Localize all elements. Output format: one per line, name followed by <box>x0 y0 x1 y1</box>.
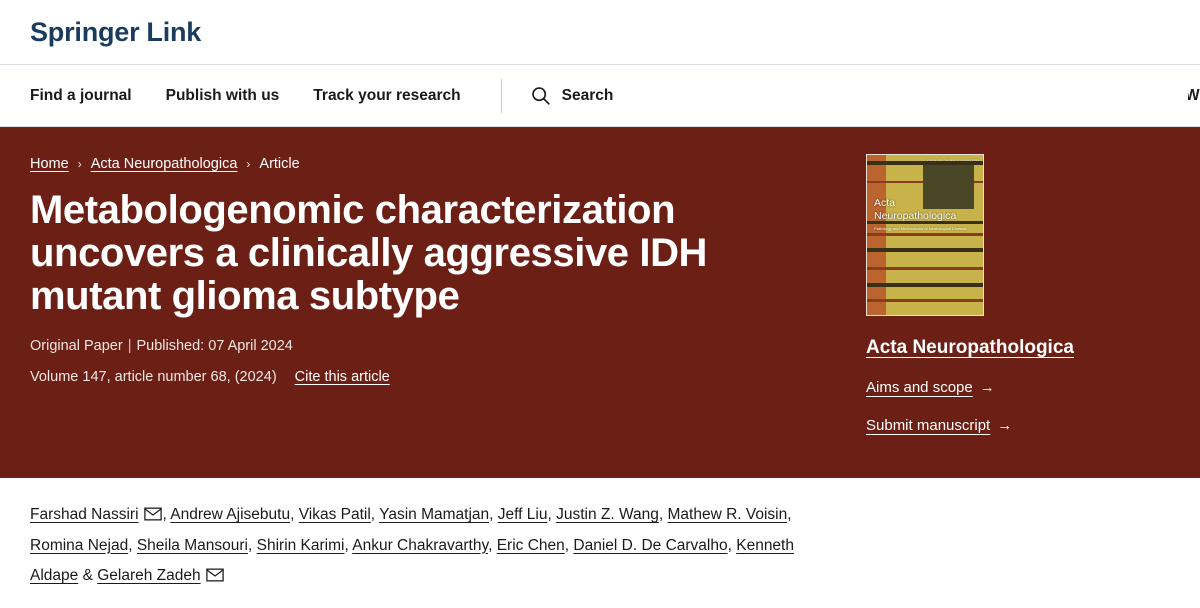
page-title: Metabologenomic characterization uncover… <box>30 188 708 318</box>
author-separator: , <box>547 506 557 523</box>
arrow-right-icon: → <box>997 417 1013 434</box>
breadcrumb-item-journal[interactable]: Acta Neuropathologica <box>91 156 238 172</box>
author-link[interactable]: Jeff Liu <box>498 506 548 523</box>
author-link[interactable]: Farshad Nassiri <box>30 506 139 523</box>
author-separator: , <box>787 506 792 523</box>
author-link[interactable]: Shirin Karimi <box>257 537 345 554</box>
author-link[interactable]: Daniel D. De Carvalho <box>573 537 727 554</box>
author-separator: , <box>488 536 497 554</box>
author-separator: , <box>370 506 380 523</box>
author-link[interactable]: Yasin Mamatjan <box>379 506 489 523</box>
cover-band <box>867 247 983 252</box>
logo-springer-text: Springer <box>30 16 140 47</box>
author-link[interactable]: Vikas Patil <box>299 506 371 523</box>
springer-link-logo[interactable]: Springer Link <box>30 17 201 48</box>
main-navigation: Find a journal Publish with us Track you… <box>0 64 1200 127</box>
cover-subtitle: Pathology and Mechanisms of Neurological… <box>874 225 967 231</box>
nav-publish-with-us[interactable]: Publish with us <box>166 87 280 105</box>
author-link[interactable]: Gelareh Zadeh <box>97 567 200 584</box>
search-icon <box>531 87 550 105</box>
journal-cover-image[interactable]: Volume 147 · Number 1 · January 2024 Act… <box>866 154 984 316</box>
envelope-icon[interactable] <box>205 568 224 582</box>
breadcrumb-item-home[interactable]: Home <box>30 156 69 172</box>
nav-truncated-item-label: W <box>1188 86 1200 104</box>
journal-link-submit-manuscript[interactable]: Submit manuscript → <box>866 417 1012 434</box>
breadcrumb-separator-1: › <box>77 157 82 171</box>
author-link[interactable]: Romina Nejad <box>30 537 128 554</box>
nav-track-your-research[interactable]: Track your research <box>313 87 460 105</box>
author-separator: & <box>78 567 98 585</box>
logo-bar: Springer Link <box>0 0 1200 64</box>
cover-title-line2: Neuropathologica <box>874 210 957 223</box>
breadcrumb-item-article: Article <box>259 156 300 172</box>
journal-panel: Volume 147 · Number 1 · January 2024 Act… <box>866 154 1166 435</box>
nav-find-a-journal[interactable]: Find a journal <box>30 87 132 105</box>
logo-springer: Springer <box>30 16 140 48</box>
cover-band <box>867 233 983 236</box>
article-type: Original Paper <box>30 338 123 355</box>
meta-separator: | <box>127 338 132 355</box>
journal-name-link[interactable]: Acta Neuropathologica <box>866 337 1166 359</box>
author-separator: , <box>658 506 668 523</box>
author-separator: , <box>727 536 737 554</box>
cover-band <box>867 267 983 270</box>
author-list: Farshad Nassiri, Andrew Ajisebutu, Vikas… <box>30 500 802 592</box>
logo-link: Link <box>146 17 201 48</box>
cover-title-block: Acta Neuropathologica Pathology and Mech… <box>874 197 967 231</box>
author-separator: , <box>489 506 498 523</box>
author-link[interactable]: Andrew Ajisebutu <box>170 506 290 523</box>
volume-article-number: Volume 147, article number 68, (2024) <box>30 368 277 385</box>
cover-band <box>867 299 983 302</box>
author-separator: , <box>128 536 137 554</box>
published-date: Published: 07 April 2024 <box>136 338 293 355</box>
author-separator: , <box>290 506 299 523</box>
nav-divider <box>500 78 502 113</box>
journal-link-aims-and-scope-label: Aims and scope <box>866 379 973 396</box>
article-body-top: Farshad Nassiri, Andrew Ajisebutu, Vikas… <box>0 478 1200 607</box>
envelope-icon[interactable] <box>143 507 162 521</box>
journal-cover-pattern <box>867 155 983 315</box>
cover-topline: Volume 147 · Number 1 · January 2024 <box>926 158 979 162</box>
journal-link-submit-manuscript-label: Submit manuscript <box>866 417 991 434</box>
arrow-right-icon: → <box>979 379 995 396</box>
cover-band <box>867 283 983 287</box>
author-link[interactable]: Eric Chen <box>497 537 565 554</box>
author-link[interactable]: Sheila Mansouri <box>137 537 248 554</box>
search-button[interactable]: Search <box>530 85 614 106</box>
logo-link-text: Link <box>146 16 202 47</box>
search-label: Search <box>561 86 614 104</box>
breadcrumb-separator-2: › <box>246 157 251 171</box>
nav-truncated-item[interactable]: W <box>1188 65 1200 126</box>
author-link[interactable]: Mathew R. Voisin <box>668 506 788 523</box>
author-link[interactable]: Justin Z. Wang <box>556 506 659 523</box>
journal-link-aims-and-scope[interactable]: Aims and scope → <box>866 379 995 396</box>
author-link[interactable]: Ankur Chakravarthy <box>352 537 488 554</box>
cite-this-article-link[interactable]: Cite this article <box>295 369 390 385</box>
cover-title-line1: Acta <box>874 197 896 209</box>
article-hero: Home › Acta Neuropathologica › Article M… <box>0 127 1200 478</box>
author-separator: , <box>248 536 257 554</box>
